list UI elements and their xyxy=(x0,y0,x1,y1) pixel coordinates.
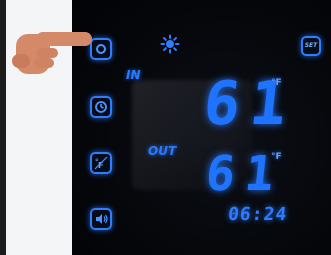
clock-time: 06:24 xyxy=(226,204,289,225)
pointing-hand-icon xyxy=(12,24,92,80)
power-button[interactable] xyxy=(90,38,112,60)
device-photo: ° F SET IN OUT 61 °F 61 °F 06:24 xyxy=(0,0,331,255)
indoor-temperature: 61 xyxy=(200,69,300,139)
celsius-fahrenheit-icon: ° F xyxy=(94,156,108,170)
speaker-icon xyxy=(96,214,108,224)
outdoor-unit: °F xyxy=(271,152,282,162)
indoor-unit: °F xyxy=(271,78,282,88)
indoor-label: IN xyxy=(126,68,141,82)
unit-toggle-button[interactable]: ° F xyxy=(90,152,112,174)
clock-button[interactable] xyxy=(90,96,112,118)
set-button[interactable]: SET xyxy=(301,36,321,56)
clock-icon xyxy=(95,101,107,113)
power-icon xyxy=(96,44,106,54)
outdoor-label: OUT xyxy=(148,144,177,158)
sun-icon xyxy=(160,34,180,54)
sound-button[interactable] xyxy=(90,208,112,230)
